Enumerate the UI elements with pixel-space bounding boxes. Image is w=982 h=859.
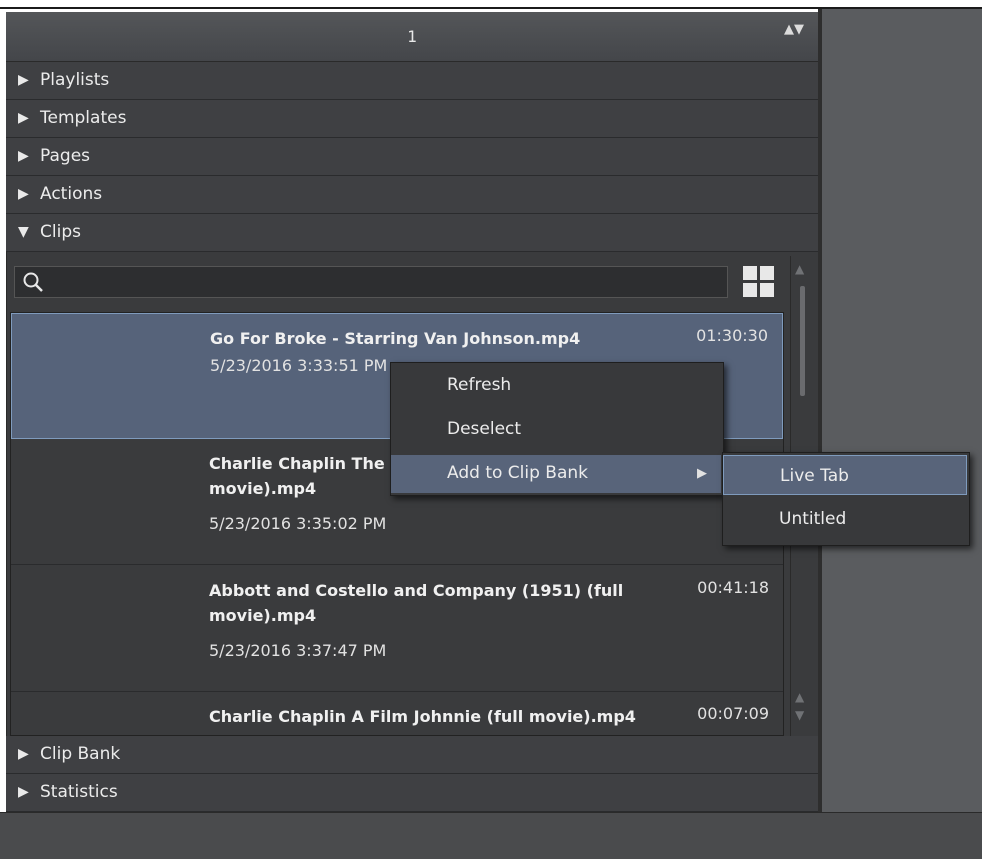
menu-item-label: Untitled <box>779 509 847 529</box>
context-menu: Refresh Deselect Add to Clip Bank ▶ <box>390 362 724 496</box>
scroll-up-icon[interactable]: ▲ <box>795 690 804 704</box>
grid-view-icon <box>743 266 757 280</box>
expand-arrow-icon: ▶ <box>18 784 29 800</box>
menu-item-label: Add to Clip Bank <box>447 463 588 483</box>
scroll-up-icon[interactable]: ▲ <box>795 262 804 276</box>
section-label: Templates <box>40 108 127 128</box>
section-label: Statistics <box>40 782 118 802</box>
clip-name: Go For Broke - Starring Van Johnson.mp4 <box>210 329 581 348</box>
section-templates[interactable]: ▶ Templates <box>6 100 818 138</box>
section-playlists[interactable]: ▶ Playlists <box>6 62 818 100</box>
clip-name: Abbott and Costello and Company (1951) (… <box>209 581 624 625</box>
updown-arrows-icon[interactable]: ▲▼ <box>784 23 804 36</box>
clip-duration: 00:07:09 <box>697 704 769 723</box>
expand-arrow-icon: ▶ <box>18 746 29 762</box>
section-pages[interactable]: ▶ Pages <box>6 138 818 176</box>
clip-duration: 01:30:30 <box>696 326 768 345</box>
scroll-down-icon[interactable]: ▼ <box>795 708 804 722</box>
expand-arrow-icon: ▶ <box>18 148 29 164</box>
clip-date: 5/23/2016 3:35:02 PM <box>209 514 387 533</box>
submenu-arrow-icon: ▶ <box>697 466 707 481</box>
section-label: Playlists <box>40 70 110 90</box>
grid-view-icon-cell <box>743 283 757 297</box>
clip-bank-submenu: Live Tab Untitled <box>722 452 970 546</box>
section-clip-bank[interactable]: ▶ Clip Bank <box>6 736 818 774</box>
menu-item-add-to-clip-bank[interactable]: Add to Clip Bank ▶ <box>391 455 721 493</box>
clip-duration: 00:41:18 <box>697 578 769 597</box>
scrollbar-thumb[interactable] <box>800 286 805 396</box>
right-workspace <box>818 9 982 812</box>
submenu-item-live-tab[interactable]: Live Tab <box>723 455 967 495</box>
menu-item-deselect[interactable]: Deselect <box>391 411 721 449</box>
clip-date: 5/23/2016 3:37:47 PM <box>209 641 387 660</box>
grid-view-icon-cell <box>760 283 774 297</box>
clip-name: Charlie Chaplin A Film Johnnie (full mov… <box>209 707 636 726</box>
page-selector-spinbox[interactable]: 1 ▲▼ <box>6 12 818 62</box>
expand-arrow-icon: ▶ <box>18 110 29 126</box>
expand-arrow-icon: ▶ <box>18 72 29 88</box>
section-label: Clip Bank <box>40 744 121 764</box>
grid-view-button[interactable] <box>743 266 777 300</box>
collapse-arrow-icon: ▼ <box>18 224 29 240</box>
menu-item-label: Deselect <box>447 419 522 439</box>
section-label: Actions <box>40 184 103 204</box>
menu-item-label: Refresh <box>447 375 512 395</box>
menu-item-label: Live Tab <box>780 466 849 486</box>
section-clips[interactable]: ▼ Clips <box>6 214 818 252</box>
grid-view-icon-cell <box>760 266 774 280</box>
section-label: Pages <box>40 146 91 166</box>
bottom-bar <box>0 812 982 859</box>
section-label: Clips <box>40 222 81 242</box>
clip-search-box[interactable] <box>14 266 728 299</box>
menu-item-refresh[interactable]: Refresh <box>391 367 721 405</box>
page-selector-value: 1 <box>407 27 417 46</box>
clip-item[interactable]: Abbott and Costello and Company (1951) (… <box>11 566 783 692</box>
expand-arrow-icon: ▶ <box>18 186 29 202</box>
section-actions[interactable]: ▶ Actions <box>6 176 818 214</box>
clip-item[interactable]: Charlie Chaplin A Film Johnnie (full mov… <box>11 692 783 735</box>
clip-date: 5/23/2016 3:33:51 PM <box>210 356 388 375</box>
search-icon <box>23 272 43 292</box>
submenu-item-untitled[interactable]: Untitled <box>723 499 967 539</box>
section-statistics[interactable]: ▶ Statistics <box>6 774 818 812</box>
search-input[interactable] <box>51 267 725 299</box>
